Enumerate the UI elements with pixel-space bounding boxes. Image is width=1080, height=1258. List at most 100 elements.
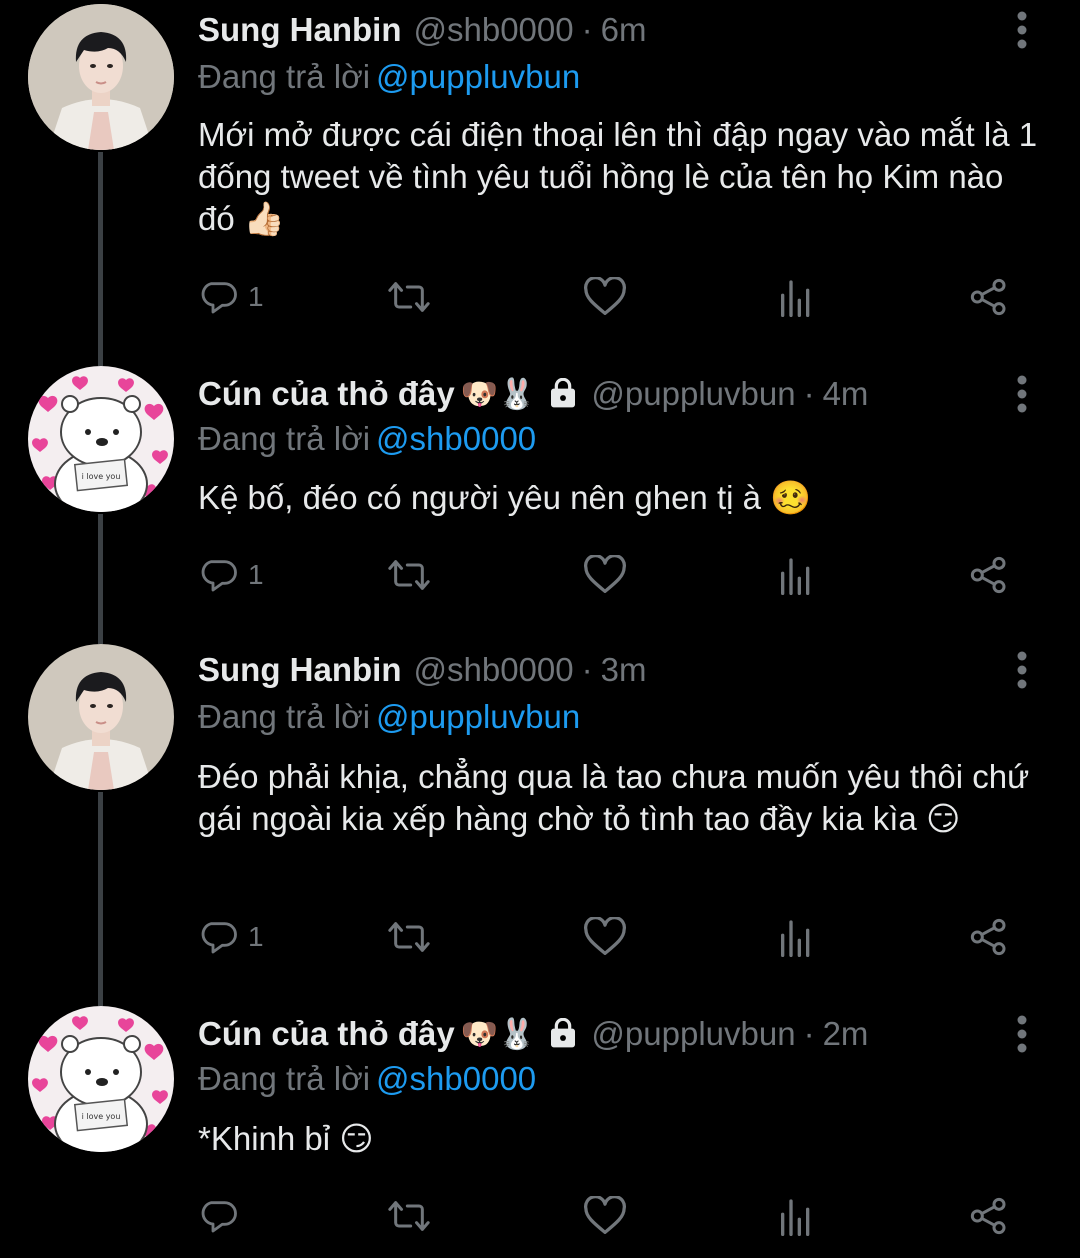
reply-button[interactable] xyxy=(198,1190,248,1242)
tweet-header: Cún của thỏ đây 🐶🐰 @puppluvbun · 2m xyxy=(198,1012,1000,1056)
reply-icon xyxy=(201,282,237,314)
retweet-icon xyxy=(388,922,430,952)
share-button[interactable] xyxy=(968,1190,1010,1242)
user-handle[interactable]: @puppluvbun xyxy=(591,1015,795,1053)
views-icon xyxy=(781,558,810,595)
retweet-icon xyxy=(388,560,430,590)
reply-count: 1 xyxy=(248,559,264,590)
replying-to-label: Đang trả lời xyxy=(198,1060,371,1097)
more-vertical-icon[interactable] xyxy=(1010,1014,1034,1054)
share-button[interactable] xyxy=(968,549,1010,601)
reply-button[interactable]: 1 xyxy=(198,549,264,601)
user-handle[interactable]: @shb0000 xyxy=(413,11,573,49)
display-name[interactable]: Cún của thỏ đây xyxy=(198,1015,455,1053)
heart-icon xyxy=(584,555,626,593)
tweet-text-content: Đéo phải khịa, chẳng qua là tao chưa muố… xyxy=(198,758,1030,837)
name-emoji-badge: 🐶🐰 xyxy=(460,1016,536,1052)
display-name[interactable]: Sung Hanbin xyxy=(198,651,401,689)
user-handle[interactable]: @puppluvbun xyxy=(591,375,795,413)
views-button[interactable] xyxy=(778,1190,814,1242)
separator-dot: · xyxy=(581,651,593,688)
retweet-icon xyxy=(388,1201,430,1231)
lock-icon xyxy=(551,1018,576,1048)
share-button[interactable] xyxy=(968,911,1010,963)
avatar-cun-cua-tho-day[interactable]: i love you xyxy=(28,1006,174,1152)
display-name[interactable]: Cún của thỏ đây xyxy=(198,375,455,413)
tweet-header: Cún của thỏ đây 🐶🐰 @puppluvbun · 4m xyxy=(198,372,1000,416)
views-button[interactable] xyxy=(778,549,814,601)
emoji: 🥴 xyxy=(770,478,812,517)
avatar-sung-hanbin[interactable] xyxy=(28,644,174,790)
replying-to-label: Đang trả lời xyxy=(198,420,371,457)
retweet-button[interactable] xyxy=(386,549,432,601)
tweet-header: Sung Hanbin @shb0000 · 6m xyxy=(198,8,1000,52)
heart-icon xyxy=(584,917,626,955)
separator-dot: · xyxy=(803,375,815,412)
share-icon xyxy=(970,278,1006,316)
retweet-button[interactable] xyxy=(386,911,432,963)
reply-icon xyxy=(201,560,237,592)
views-icon xyxy=(781,1199,810,1236)
action-bar xyxy=(198,1190,1028,1242)
reply-button[interactable]: 1 xyxy=(198,911,264,963)
separator-dot: · xyxy=(581,11,593,48)
replying-to: Đang trả lời @shb0000 xyxy=(198,420,536,458)
views-button[interactable] xyxy=(778,911,814,963)
name-emoji-badge: 🐶🐰 xyxy=(460,376,536,412)
retweet-button[interactable] xyxy=(386,1190,432,1242)
timestamp[interactable]: 3m xyxy=(601,651,647,689)
reply-icon xyxy=(201,1201,237,1233)
tweet-text: *Khinh bỉ 😏 xyxy=(198,1118,1048,1160)
views-button[interactable] xyxy=(778,271,814,323)
replying-to: Đang trả lời @shb0000 xyxy=(198,1060,536,1098)
emoji: 😏 xyxy=(925,799,961,838)
action-bar: 1 xyxy=(198,549,1028,601)
share-icon xyxy=(970,1197,1006,1235)
like-button[interactable] xyxy=(583,1190,627,1242)
replying-to: Đang trả lời @puppluvbun xyxy=(198,58,580,96)
like-button[interactable] xyxy=(583,271,627,323)
thread-line xyxy=(98,792,103,1006)
timestamp[interactable]: 6m xyxy=(601,11,647,49)
share-button[interactable] xyxy=(968,271,1010,323)
display-name[interactable]: Sung Hanbin xyxy=(198,11,401,49)
emoji: 👍🏻 xyxy=(243,199,285,238)
tweet-text: Đéo phải khịa, chẳng qua là tao chưa muố… xyxy=(198,756,1048,840)
tweet-text-content: *Khinh bỉ xyxy=(198,1120,331,1157)
more-vertical-icon[interactable] xyxy=(1010,374,1034,414)
share-icon xyxy=(970,556,1006,594)
tweet-text: Kệ bố, đéo có người yêu nên ghen tị à 🥴 xyxy=(198,477,1048,519)
views-icon xyxy=(781,280,810,317)
replying-to-label: Đang trả lời xyxy=(198,698,371,735)
like-button[interactable] xyxy=(583,911,627,963)
action-bar: 1 xyxy=(198,911,1028,963)
tweet-text-content: Mới mở được cái điện thoại lên thì đập n… xyxy=(198,116,1038,237)
heart-icon xyxy=(584,1196,626,1234)
heart-icon xyxy=(584,277,626,315)
user-handle[interactable]: @shb0000 xyxy=(413,651,573,689)
replying-to: Đang trả lời @puppluvbun xyxy=(198,698,580,736)
timestamp[interactable]: 4m xyxy=(823,375,869,413)
action-bar: 1 xyxy=(198,271,1028,323)
reply-icon xyxy=(201,922,237,954)
avatar-cun-cua-tho-day[interactable]: i love you xyxy=(28,366,174,512)
mention-link[interactable]: @puppluvbun xyxy=(376,698,580,735)
share-icon xyxy=(970,918,1006,956)
mention-link[interactable]: @shb0000 xyxy=(376,1060,536,1097)
lock-icon xyxy=(551,378,576,408)
svg-text:i love you: i love you xyxy=(82,1112,121,1121)
like-button[interactable] xyxy=(583,549,627,601)
retweet-button[interactable] xyxy=(386,271,432,323)
avatar-sung-hanbin[interactable] xyxy=(28,4,174,150)
mention-link[interactable]: @shb0000 xyxy=(376,420,536,457)
retweet-icon xyxy=(388,282,430,312)
tweet-header: Sung Hanbin @shb0000 · 3m xyxy=(198,648,1000,692)
emoji: 😏 xyxy=(339,1119,374,1158)
tweet-text-content: Kệ bố, đéo có người yêu nên ghen tị à xyxy=(198,479,761,516)
more-vertical-icon[interactable] xyxy=(1010,10,1034,50)
separator-dot: · xyxy=(803,1015,815,1052)
more-vertical-icon[interactable] xyxy=(1010,650,1034,690)
timestamp[interactable]: 2m xyxy=(823,1015,869,1053)
reply-button[interactable]: 1 xyxy=(198,271,264,323)
mention-link[interactable]: @puppluvbun xyxy=(376,58,580,95)
